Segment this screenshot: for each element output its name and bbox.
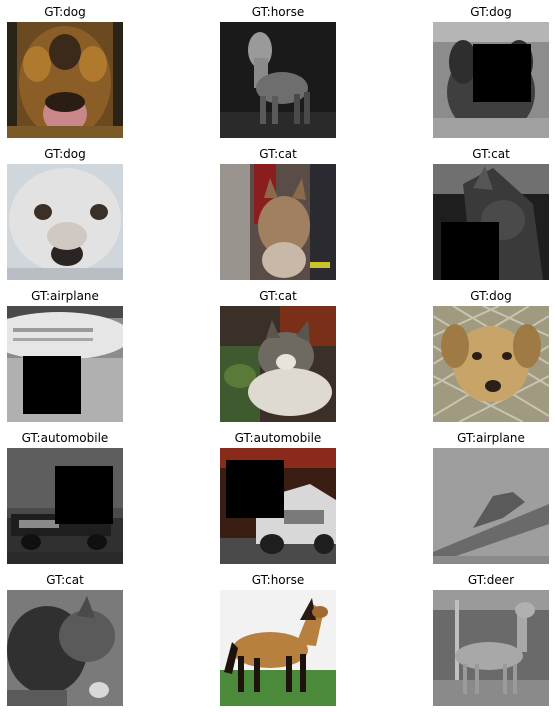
cat-image [7, 590, 123, 706]
image-title: GT:dog [44, 5, 86, 19]
dog-image [433, 22, 549, 138]
automobile-image [7, 448, 123, 564]
cat-image [220, 306, 336, 422]
dog-image [7, 22, 123, 138]
image-title: GT:cat [259, 147, 297, 161]
image-title: GT:dog [44, 147, 86, 161]
horse-image [220, 590, 336, 706]
horse-image [220, 22, 336, 138]
image-title: GT:dog [470, 5, 512, 19]
image-title: GT:airplane [457, 431, 525, 445]
cat-image [220, 164, 336, 280]
image-title: GT:cat [472, 147, 510, 161]
image-title: GT:airplane [31, 289, 99, 303]
automobile-image [220, 448, 336, 564]
image-title: GT:deer [467, 573, 515, 587]
cat-image [433, 164, 549, 280]
dog-image [433, 306, 549, 422]
image-title: GT:cat [259, 289, 297, 303]
image-title: GT:dog [470, 289, 512, 303]
dog-image [7, 164, 123, 280]
image-title: GT:cat [46, 573, 84, 587]
image-title: GT:automobile [21, 431, 109, 445]
image-title: GT:horse [251, 573, 305, 587]
deer-image [433, 590, 549, 706]
image-title: GT:horse [251, 5, 305, 19]
airplane-image [7, 306, 123, 422]
image-title: GT:automobile [234, 431, 322, 445]
airplane-image [433, 448, 549, 564]
